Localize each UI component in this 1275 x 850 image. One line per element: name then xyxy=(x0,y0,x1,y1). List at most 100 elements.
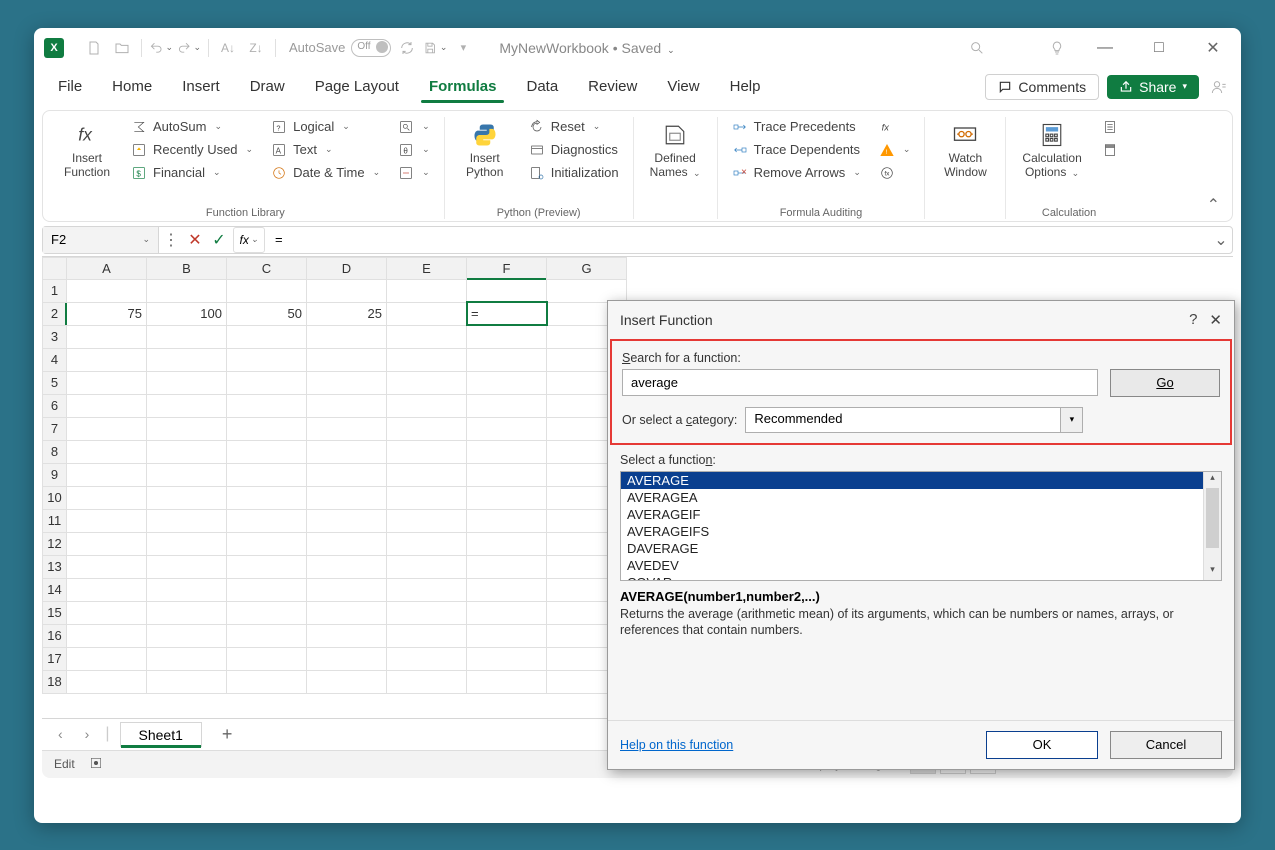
cell-A7[interactable] xyxy=(67,417,147,440)
cell-B13[interactable] xyxy=(147,555,227,578)
cell-B6[interactable] xyxy=(147,394,227,417)
cell-F9[interactable] xyxy=(467,463,547,486)
calc-now-button[interactable] xyxy=(1098,117,1122,137)
fx-icon[interactable]: fx⌄ xyxy=(233,227,265,253)
cell-F1[interactable] xyxy=(467,279,547,302)
cell-B14[interactable] xyxy=(147,578,227,601)
cell-F3[interactable] xyxy=(467,325,547,348)
cell-A10[interactable] xyxy=(67,486,147,509)
ribbon-collapse-icon[interactable]: ⌃ xyxy=(1207,195,1220,215)
python-reset-button[interactable]: Reset⌄ xyxy=(525,117,623,137)
text-button[interactable]: AText⌄ xyxy=(267,140,384,160)
cell-F8[interactable] xyxy=(467,440,547,463)
cell-E7[interactable] xyxy=(387,417,467,440)
cell-E15[interactable] xyxy=(387,601,467,624)
cell-A3[interactable] xyxy=(67,325,147,348)
cell-A15[interactable] xyxy=(67,601,147,624)
cell-C2[interactable]: 50 xyxy=(227,302,307,325)
row-header-17[interactable]: 17 xyxy=(43,647,67,670)
go-button[interactable]: Go xyxy=(1110,369,1220,397)
cell-D4[interactable] xyxy=(307,348,387,371)
share-button[interactable]: Share ▾ xyxy=(1107,75,1199,99)
financial-button[interactable]: $Financial⌄ xyxy=(127,163,257,183)
expand-formula-bar-icon[interactable]: ⌄ xyxy=(1210,230,1232,250)
function-item-averagea[interactable]: AVERAGEA xyxy=(621,489,1203,506)
cell-C4[interactable] xyxy=(227,348,307,371)
fb-options-icon[interactable]: ⋮ xyxy=(159,227,183,253)
cancel-formula-icon[interactable]: ✕ xyxy=(183,227,207,253)
tab-draw[interactable]: Draw xyxy=(236,72,299,101)
row-header-13[interactable]: 13 xyxy=(43,555,67,578)
cell-C10[interactable] xyxy=(227,486,307,509)
formula-input[interactable]: = xyxy=(267,232,1210,247)
cell-F7[interactable] xyxy=(467,417,547,440)
function-item-averageif[interactable]: AVERAGEIF xyxy=(621,506,1203,523)
row-header-5[interactable]: 5 xyxy=(43,371,67,394)
cell-A17[interactable] xyxy=(67,647,147,670)
evaluate-formula-button[interactable]: fx xyxy=(875,163,915,183)
col-header-A[interactable]: A xyxy=(67,257,147,279)
workbook-title[interactable]: MyNewWorkbook • Saved ⌄ xyxy=(499,40,674,56)
cell-D15[interactable] xyxy=(307,601,387,624)
cell-C14[interactable] xyxy=(227,578,307,601)
macro-record-icon[interactable] xyxy=(89,756,103,773)
cell-D16[interactable] xyxy=(307,624,387,647)
cell-F18[interactable] xyxy=(467,670,547,693)
cell-E2[interactable] xyxy=(387,302,467,325)
cell-D8[interactable] xyxy=(307,440,387,463)
cell-A11[interactable] xyxy=(67,509,147,532)
name-box[interactable]: F2⌄ xyxy=(43,227,159,253)
recently-used-button[interactable]: Recently Used⌄ xyxy=(127,140,257,160)
minimize-button[interactable]: — xyxy=(1087,33,1123,63)
help-link[interactable]: Help on this function xyxy=(620,738,733,752)
cell-B3[interactable] xyxy=(147,325,227,348)
cell-D11[interactable] xyxy=(307,509,387,532)
cell-F14[interactable] xyxy=(467,578,547,601)
cell-C18[interactable] xyxy=(227,670,307,693)
more-functions-button[interactable]: ⌄ xyxy=(394,163,434,183)
cell-B5[interactable] xyxy=(147,371,227,394)
cell-F12[interactable] xyxy=(467,532,547,555)
cell-A1[interactable] xyxy=(67,279,147,302)
row-header-18[interactable]: 18 xyxy=(43,670,67,693)
datetime-button[interactable]: Date & Time⌄ xyxy=(267,163,384,183)
sheet-tab-sheet1[interactable]: Sheet1 xyxy=(120,722,202,747)
row-header-7[interactable]: 7 xyxy=(43,417,67,440)
cell-D12[interactable] xyxy=(307,532,387,555)
cell-E16[interactable] xyxy=(387,624,467,647)
save-icon[interactable]: ⌄ xyxy=(423,36,447,60)
function-item-daverage[interactable]: DAVERAGE xyxy=(621,540,1203,557)
dialog-titlebar[interactable]: Insert Function ? ✕ xyxy=(608,301,1234,339)
insert-function-button[interactable]: fx Insert Function xyxy=(57,117,117,184)
row-header-11[interactable]: 11 xyxy=(43,509,67,532)
cell-B10[interactable] xyxy=(147,486,227,509)
cell-C15[interactable] xyxy=(227,601,307,624)
cell-A13[interactable] xyxy=(67,555,147,578)
cell-E13[interactable] xyxy=(387,555,467,578)
cell-C17[interactable] xyxy=(227,647,307,670)
maximize-button[interactable]: □ xyxy=(1141,33,1177,63)
qat-more-icon[interactable]: ▾ xyxy=(451,36,475,60)
row-header-4[interactable]: 4 xyxy=(43,348,67,371)
cell-E8[interactable] xyxy=(387,440,467,463)
cell-B17[interactable] xyxy=(147,647,227,670)
cell-B18[interactable] xyxy=(147,670,227,693)
cell-F17[interactable] xyxy=(467,647,547,670)
cell-C16[interactable] xyxy=(227,624,307,647)
tab-page-layout[interactable]: Page Layout xyxy=(301,72,413,101)
tab-help[interactable]: Help xyxy=(716,72,775,101)
function-item-avedev[interactable]: AVEDEV xyxy=(621,557,1203,574)
search-icon[interactable] xyxy=(965,36,989,60)
function-item-average[interactable]: AVERAGE xyxy=(621,472,1203,489)
cell-E12[interactable] xyxy=(387,532,467,555)
logical-button[interactable]: ?Logical⌄ xyxy=(267,117,384,137)
col-header-C[interactable]: C xyxy=(227,257,307,279)
cell-D6[interactable] xyxy=(307,394,387,417)
defined-names-button[interactable]: Defined Names ⌄ xyxy=(644,117,707,184)
redo-icon[interactable]: ⌄ xyxy=(177,36,201,60)
row-header-3[interactable]: 3 xyxy=(43,325,67,348)
comments-button[interactable]: Comments xyxy=(985,74,1099,100)
cell-F11[interactable] xyxy=(467,509,547,532)
trace-dependents-button[interactable]: Trace Dependents xyxy=(728,140,865,160)
autosum-button[interactable]: AutoSum⌄ xyxy=(127,117,257,137)
